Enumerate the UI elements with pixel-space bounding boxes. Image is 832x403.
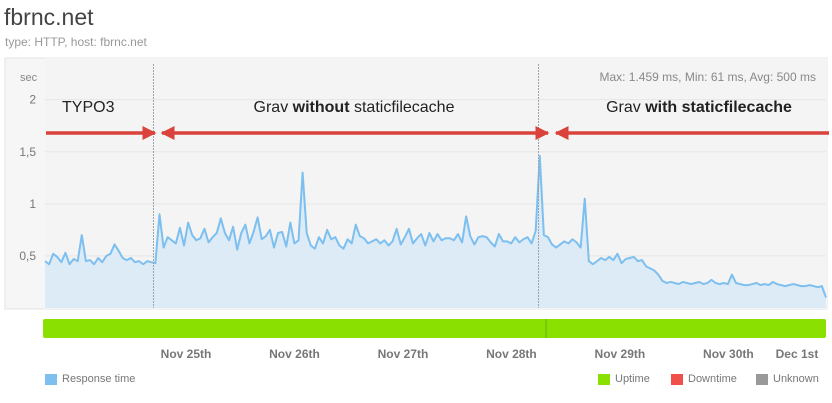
y-tick-label: 1 [29,197,36,211]
x-tick-label: Dec 1st [776,347,819,361]
legend-uptime: Uptime [598,373,650,385]
y-tick-label: 1,5 [19,145,36,159]
x-tick-label: Nov 29th [595,347,646,361]
x-tick-label: Nov 27th [378,347,429,361]
legend-downtime: Downtime [671,373,737,385]
legend-swatch-unknown [756,373,768,385]
legend-uptime-label: Uptime [615,373,650,385]
legend-downtime-label: Downtime [688,373,737,385]
y-tick-label: 2 [29,93,36,107]
legend-swatch-downtime [671,373,683,385]
legend-unknown-label: Unknown [773,373,819,385]
x-tick-label: Nov 26th [269,347,320,361]
legend-response-time: Response time [45,373,135,385]
legend-unknown: Unknown [756,373,819,385]
legend-swatch-response [45,373,57,385]
x-tick-labels: Nov 25th Nov 26th Nov 27th Nov 28th Nov 29th… [161,347,819,361]
y-tick-label: 0,5 [19,249,36,263]
x-tick-label: Nov 25th [161,347,212,361]
label-grav-with: Grav with staticfilecache [606,99,792,116]
response-time-chart: sec 0,5 1 1,5 2 Max: 1.459 ms, Min: 61 ms, … [4,57,829,361]
chart-stats: Max: 1.459 ms, Min: 61 ms, Avg: 500 ms [599,70,816,84]
y-axis-label: sec [20,72,38,84]
legend-response-label: Response time [62,373,136,385]
x-tick-label: Nov 28th [486,347,537,361]
uptime-bar [43,319,826,338]
label-typo3: TYPO3 [62,99,115,116]
x-tick-label: Nov 30th [703,347,754,361]
legend-swatch-uptime [598,373,610,385]
label-grav-without: Grav without staticfilecache [254,99,455,116]
